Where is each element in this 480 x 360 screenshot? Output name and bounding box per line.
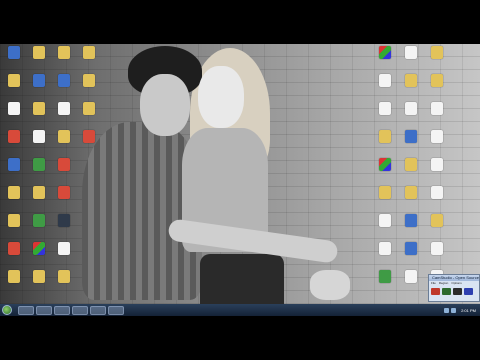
- right-icon: [379, 102, 391, 115]
- letterbox-top: [0, 0, 480, 44]
- left-icon: [33, 46, 45, 59]
- right-icon: [431, 74, 443, 87]
- right-icon: [431, 130, 443, 143]
- right-icon: [379, 214, 391, 227]
- left-icon: [8, 46, 20, 59]
- wallpaper-boy-head: [140, 74, 190, 136]
- left-desktop-icon[interactable]: [26, 270, 52, 302]
- left-icon: [58, 270, 70, 283]
- taskbar-app-button[interactable]: [72, 305, 88, 315]
- left-icon: [58, 242, 70, 255]
- taskbar-app-button[interactable]: [18, 305, 34, 315]
- left-icon: [8, 102, 20, 115]
- camstudio-tool-0[interactable]: [431, 288, 440, 295]
- menu-options[interactable]: Options: [451, 281, 461, 286]
- left-icon: [8, 74, 20, 87]
- left-icon: [33, 214, 45, 227]
- right-icon: [405, 102, 417, 115]
- left-icon: [33, 158, 45, 171]
- tray-network-icon[interactable]: [444, 307, 450, 313]
- taskbar-buttons: [18, 305, 126, 315]
- left-icon: [8, 130, 20, 143]
- left-icon: [33, 242, 45, 255]
- menu-region[interactable]: Region: [439, 281, 449, 286]
- right-icon: [405, 214, 417, 227]
- left-icon: [83, 130, 95, 143]
- right-icon: [405, 158, 417, 171]
- left-icon: [58, 214, 70, 227]
- right-icon: [431, 214, 443, 227]
- right-icon: [405, 74, 417, 87]
- left-icon: [8, 270, 20, 283]
- right-icon: [431, 242, 443, 255]
- wallpaper-hand: [310, 270, 350, 300]
- right-icon: [431, 186, 443, 199]
- camstudio-window[interactable]: CamStudio - Open Source File Region Opti…: [428, 274, 480, 302]
- left-icon: [8, 158, 20, 171]
- left-icon: [58, 158, 70, 171]
- taskbar-app-button[interactable]: [90, 305, 106, 315]
- right-icon: [379, 158, 391, 171]
- right-icon: [405, 186, 417, 199]
- letterbox-bottom: [0, 316, 480, 360]
- right-icon: [379, 74, 391, 87]
- camstudio-tool-3[interactable]: [464, 288, 473, 295]
- right-icon: [405, 46, 417, 59]
- right-icon: [431, 158, 443, 171]
- left-icon: [58, 74, 70, 87]
- left-icon: [58, 130, 70, 143]
- left-desktop-icon[interactable]: [76, 130, 102, 162]
- left-icon: [8, 214, 20, 227]
- wallpaper-girl-skirt: [200, 254, 284, 304]
- taskbar: 2:01 PM: [0, 304, 480, 316]
- right-desktop-icon[interactable]: [398, 270, 424, 302]
- system-tray: 2:01 PM: [444, 307, 480, 313]
- camstudio-tool-1[interactable]: [442, 288, 451, 295]
- right-icon: [379, 242, 391, 255]
- right-icon: [405, 270, 417, 283]
- left-icon: [58, 46, 70, 59]
- desktop[interactable]: CamStudio - Open Source File Region Opti…: [0, 44, 480, 304]
- right-icon: [405, 130, 417, 143]
- taskbar-app-button[interactable]: [54, 305, 70, 315]
- left-icon: [8, 186, 20, 199]
- camstudio-tool-2[interactable]: [453, 288, 462, 295]
- wallpaper-girl-head: [198, 66, 244, 128]
- menu-file[interactable]: File: [431, 281, 436, 286]
- clock[interactable]: 2:01 PM: [461, 308, 476, 313]
- taskbar-app-button[interactable]: [36, 305, 52, 315]
- left-icon: [33, 74, 45, 87]
- left-icon: [33, 102, 45, 115]
- left-icon: [33, 270, 45, 283]
- left-icon: [83, 46, 95, 59]
- right-icon: [379, 46, 391, 59]
- left-desktop-icon[interactable]: [51, 270, 77, 302]
- right-icon: [379, 130, 391, 143]
- taskbar-app-button[interactable]: [108, 305, 124, 315]
- right-icon: [405, 242, 417, 255]
- left-icon: [33, 186, 45, 199]
- left-icon: [58, 102, 70, 115]
- right-icon: [431, 46, 443, 59]
- left-icon: [83, 74, 95, 87]
- right-icon: [379, 186, 391, 199]
- camstudio-toolbar: [429, 286, 479, 297]
- tray-volume-icon[interactable]: [451, 307, 457, 313]
- left-icon: [8, 242, 20, 255]
- right-icon: [431, 102, 443, 115]
- left-icon: [83, 102, 95, 115]
- left-desktop-icon[interactable]: [1, 270, 27, 302]
- right-icon: [379, 270, 391, 283]
- start-button[interactable]: [2, 305, 12, 315]
- left-icon: [33, 130, 45, 143]
- left-icon: [58, 186, 70, 199]
- right-desktop-icon[interactable]: [372, 270, 398, 302]
